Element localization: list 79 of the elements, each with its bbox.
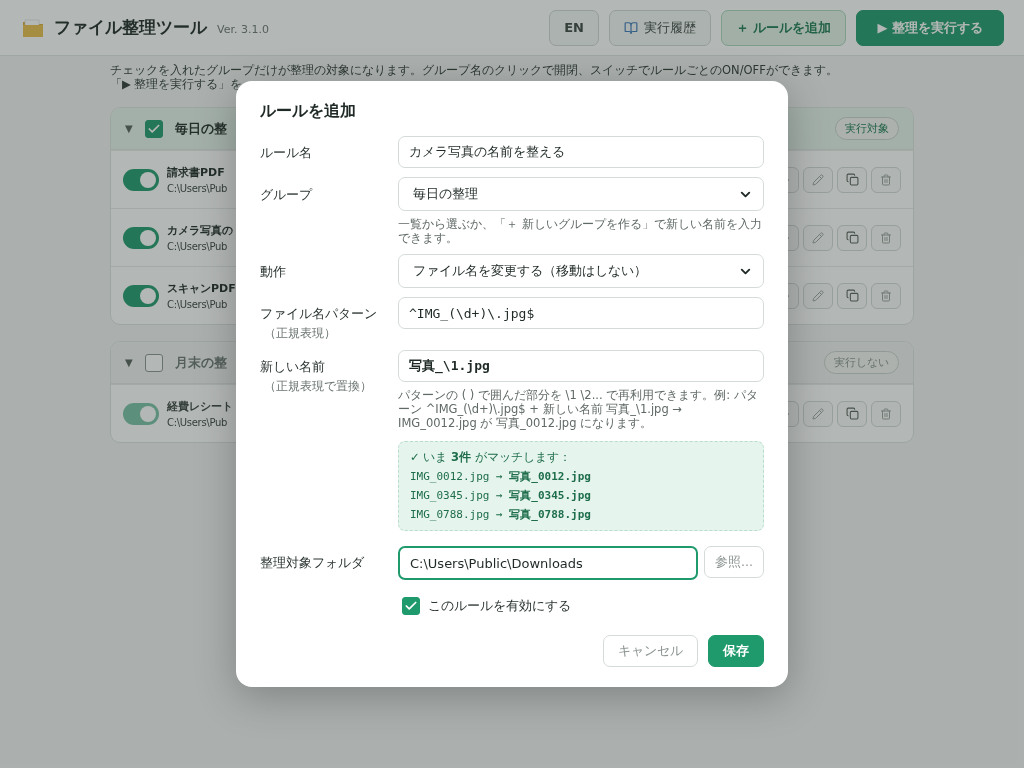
pencil-icon: [812, 289, 824, 302]
text-field[interactable]: カメラ写真の名前を整える: [398, 136, 764, 168]
browse-button[interactable]: 参照...: [704, 546, 764, 578]
group-name: 毎日の整: [174, 119, 227, 138]
field-label: 新しい名前: [260, 358, 326, 376]
group-checkbox[interactable]: [144, 119, 163, 138]
match-summary: ✓ いま 3件 がマッチします：: [410, 450, 572, 465]
field-hint: 一覧から選ぶか、「＋ 新しいグループを作る」で新しい名前を入力できます。: [398, 217, 763, 245]
rename-preview-line: IMG_0788.jpg → 写真_0788.jpg: [410, 507, 592, 522]
header-button[interactable]: ▶ 整理を実行する: [856, 9, 1004, 46]
version-label: Ver. 3.1.0: [217, 23, 269, 36]
intro-text: チェックを入れたグループだけが整理の対象になります。グループ名のクリックで開閉、スイッチでルールごとのON/OFFができます。: [110, 63, 838, 77]
delete-button[interactable]: [871, 166, 901, 193]
intro-text: 「▶ 整理を実行する」を: [110, 77, 243, 91]
duplicate-button[interactable]: [837, 224, 867, 251]
dialog-button[interactable]: キャンセル: [603, 635, 698, 667]
field-label: ファイル名パターン: [260, 305, 378, 323]
edit-button[interactable]: [803, 166, 833, 193]
rule-toggle[interactable]: [123, 284, 159, 307]
rule-name: スキャンPDF: [167, 281, 236, 296]
book-icon: [623, 20, 638, 35]
text-field[interactable]: ^IMG_(\d+)\.jpg$: [398, 297, 764, 329]
rule-toggle[interactable]: [123, 168, 159, 191]
field-sublabel: （正規表現）: [263, 326, 337, 341]
enable-checkbox[interactable]: [402, 597, 420, 615]
rule-name: カメラ写真の: [167, 223, 233, 238]
delete-button[interactable]: [871, 400, 901, 427]
trash-icon: [880, 407, 892, 420]
pencil-icon: [812, 173, 824, 186]
rule-path: C:\Users\Pub: [167, 417, 229, 428]
trash-icon: [880, 289, 892, 302]
field-label: 動作: [260, 263, 287, 281]
edit-button[interactable]: [803, 400, 833, 427]
rule-toggle[interactable]: [123, 226, 159, 249]
rule-name: 経費レシート: [167, 399, 233, 414]
header-button[interactable]: ＋ ルールを追加: [720, 9, 847, 46]
rename-preview-line: IMG_0345.jpg → 写真_0345.jpg: [410, 488, 592, 503]
header-button[interactable]: 実行履歴: [608, 9, 711, 46]
dialog-title: ルールを追加: [260, 101, 357, 122]
field-label: 整理対象フォルダ: [260, 554, 365, 572]
app-title: ファイル整理ツール: [54, 16, 207, 39]
copy-icon: [845, 231, 859, 244]
copy-icon: [845, 407, 859, 420]
header-button[interactable]: EN: [549, 9, 599, 46]
group-status-badge: 実行対象: [835, 117, 899, 140]
dialog-button[interactable]: 保存: [708, 635, 764, 667]
select-field[interactable]: ファイル名を変更する（移動はしない）: [398, 254, 764, 288]
group-name: 月末の整: [174, 353, 227, 372]
field-label: グループ: [260, 186, 314, 204]
delete-button[interactable]: [871, 282, 901, 309]
field-hint: パターンの ( ) で囲んだ部分を \1 \2... で再利用できます。例: パターン ^IMG_(\d+)\.jpg$ + 新しい名前 写真_\1.jpg → IMG_0012.jpg が 写真_0012.jpg になります。: [398, 388, 759, 430]
copy-icon: [845, 289, 859, 302]
rule-path: C:\Users\Pub: [167, 299, 229, 310]
checkbox-label: このルールを有効にする: [428, 597, 571, 615]
folder-field[interactable]: C:\Users\Public\Downloads: [398, 546, 699, 580]
rename-preview-line: IMG_0012.jpg → 写真_0012.jpg: [410, 469, 592, 484]
collapse-caret[interactable]: ▼: [125, 123, 133, 134]
group-checkbox[interactable]: [144, 353, 163, 372]
pencil-icon: [812, 407, 824, 420]
trash-icon: [880, 173, 892, 186]
field-sublabel: （正規表現で置換）: [263, 379, 373, 394]
edit-button[interactable]: [803, 282, 833, 309]
select-field[interactable]: 毎日の整理: [398, 177, 764, 211]
folder-icon: [22, 17, 44, 38]
delete-button[interactable]: [871, 224, 901, 251]
checkmark-icon: [404, 599, 418, 613]
trash-icon: [880, 231, 892, 244]
text-field[interactable]: 写真_\1.jpg: [398, 350, 764, 382]
edit-button[interactable]: [803, 224, 833, 251]
rule-path: C:\Users\Pub: [167, 241, 229, 252]
duplicate-button[interactable]: [837, 400, 867, 427]
rule-path: C:\Users\Pub: [167, 183, 228, 194]
copy-icon: [845, 173, 859, 186]
duplicate-button[interactable]: [837, 166, 867, 193]
duplicate-button[interactable]: [837, 282, 867, 309]
field-label: ルール名: [260, 144, 313, 162]
rule-name: 請求書PDF: [167, 165, 226, 180]
collapse-caret[interactable]: ▼: [125, 357, 133, 368]
pencil-icon: [812, 231, 824, 244]
